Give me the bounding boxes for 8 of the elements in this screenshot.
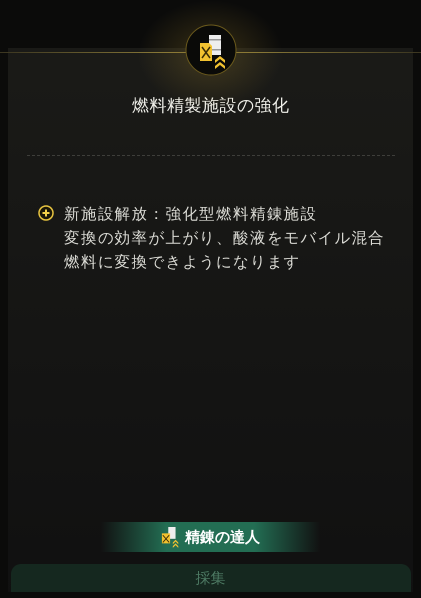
plus-icon [38, 205, 54, 221]
effect-description: 変換の効率が上がり、酸液をモバイル混合燃料に変換できようになります [64, 228, 386, 273]
fuel-upgrade-icon [161, 526, 181, 548]
upgrade-title: 燃料精製施設の強化 [132, 95, 290, 117]
effect-heading: 新施設解放：強化型燃料精錬施設 [64, 204, 318, 225]
fuel-upgrade-icon [185, 24, 237, 76]
badge-label: 精錬の達人 [185, 528, 260, 546]
gather-tab[interactable]: 採集 [10, 564, 410, 592]
